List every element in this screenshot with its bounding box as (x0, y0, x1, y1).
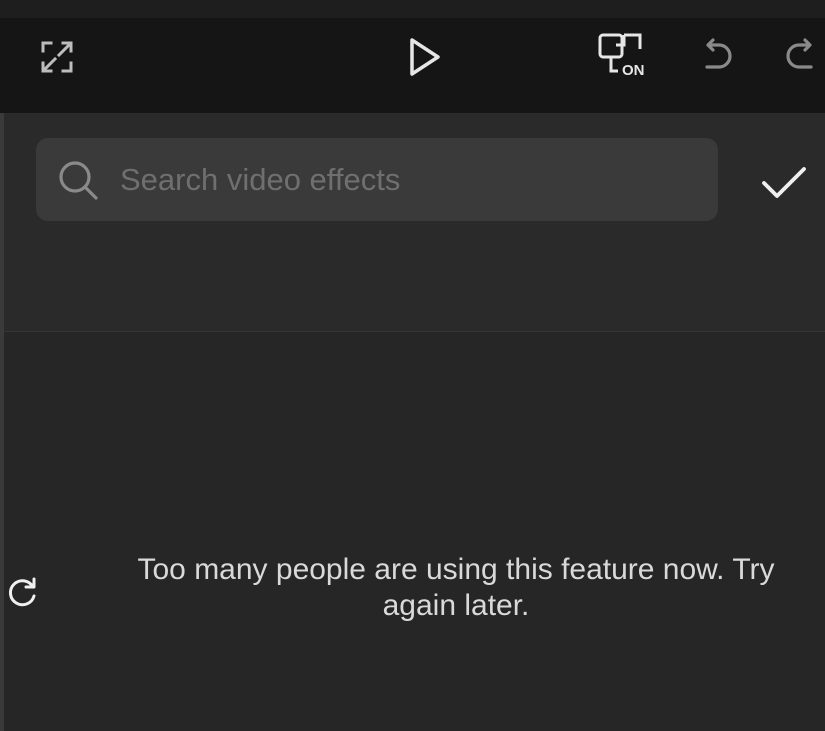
undo-icon (705, 38, 732, 69)
refresh-icon (8, 577, 36, 607)
play-icon (410, 38, 440, 76)
redo-button[interactable] (776, 32, 825, 82)
retry-button[interactable] (2, 572, 42, 612)
search-panel (0, 113, 825, 331)
effects-content: Too many people are using this feature n… (0, 332, 825, 731)
fullscreen-icon (41, 41, 73, 73)
search-box[interactable] (36, 138, 718, 221)
status-strip (0, 0, 825, 18)
preview-toggle-button[interactable]: ON (592, 30, 656, 86)
confirm-button[interactable] (756, 161, 812, 205)
search-icon (59, 161, 98, 200)
redo-icon (785, 38, 813, 69)
play-button[interactable] (396, 32, 452, 82)
checkmark-icon (762, 167, 806, 198)
video-effects-screen: ON Search video effects Too many people … (0, 0, 825, 731)
window-edge (0, 113, 4, 731)
undo-button[interactable] (692, 32, 742, 82)
preview-on-badge: ON (622, 62, 645, 79)
fullscreen-button[interactable] (32, 32, 82, 82)
error-message: Too many people are using this feature n… (137, 553, 775, 622)
search-input[interactable] (120, 138, 700, 221)
editor-toolbar: ON (0, 18, 825, 113)
